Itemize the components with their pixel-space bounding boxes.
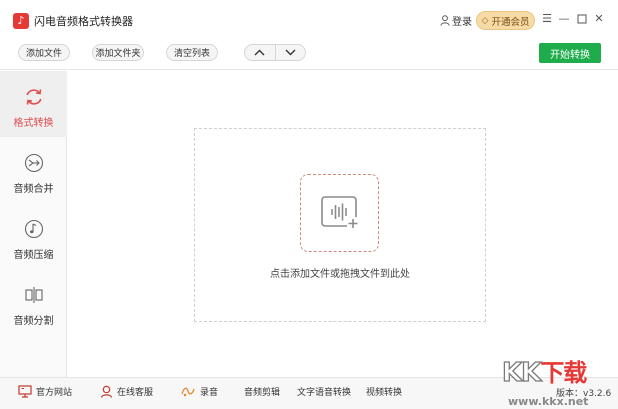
diamond-icon: ◇: [481, 15, 489, 26]
sidebar-item-audio-split[interactable]: 音频分割: [0, 269, 67, 335]
sidebar-item-audio-merge[interactable]: 音频合并: [0, 137, 67, 203]
add-file-button[interactable]: 添加文件: [18, 44, 70, 61]
menu-icon[interactable]: ☰: [540, 12, 554, 26]
chevron-down-icon: [285, 49, 296, 56]
sidebar-item-format-convert[interactable]: 格式转换: [0, 71, 67, 137]
monitor-icon: [18, 385, 32, 398]
start-convert-button[interactable]: 开始转换: [539, 43, 601, 63]
move-down-button[interactable]: [274, 45, 306, 60]
login-label: 登录: [452, 17, 472, 28]
add-audio-button[interactable]: [300, 174, 379, 252]
toolbar: 添加文件 添加文件夹 清空列表 开始转换: [0, 40, 618, 70]
website-link[interactable]: 官方网站: [18, 385, 72, 398]
record-label: 录音: [200, 388, 219, 398]
app-title: 闪电音频格式转换器: [34, 15, 133, 28]
watermark-url: www.kkx.net: [508, 395, 589, 408]
watermark-logo: KK下载: [501, 357, 587, 388]
sidebar-item-label: 音频合并: [13, 184, 54, 195]
tts-label: 文字语音转换: [297, 388, 352, 398]
record-icon: [181, 387, 195, 397]
vip-button[interactable]: ◇ 开通会员: [476, 11, 535, 30]
minimize-icon[interactable]: —: [557, 12, 571, 26]
convert-icon: [23, 86, 45, 108]
headset-user-icon: [100, 385, 113, 398]
sidebar-item-label: 格式转换: [13, 118, 54, 129]
vip-label: 开通会员: [491, 16, 530, 28]
merge-icon: [23, 152, 45, 174]
clear-list-button[interactable]: 清空列表: [166, 44, 218, 61]
music-note-icon: ♪: [13, 13, 29, 29]
compress-icon: [23, 218, 45, 240]
chevron-up-icon: [254, 49, 265, 56]
app-window: ♪ 闪电音频格式转换器 登录 ◇ 开通会员 ☰ — ✕ 添加文件 添加文件夹 清…: [0, 0, 618, 409]
sidebar-item-audio-compress[interactable]: 音频压缩: [0, 203, 67, 269]
move-buttons: [244, 44, 306, 61]
add-audio-icon: [320, 196, 359, 229]
record-link[interactable]: 录音: [180, 385, 218, 398]
sidebar-item-label: 音频压缩: [13, 250, 54, 261]
support-label: 在线客服: [117, 388, 154, 398]
audio-cut-label: 音频剪辑: [244, 388, 281, 398]
split-icon: [23, 284, 45, 306]
maximize-icon[interactable]: [575, 12, 589, 26]
login-button[interactable]: 登录: [440, 13, 472, 28]
close-icon[interactable]: ✕: [592, 12, 606, 26]
user-icon: [440, 15, 450, 26]
watermark: KK下载 www.kkx.net: [500, 353, 618, 409]
move-up-button[interactable]: [245, 45, 275, 60]
audio-cut-link[interactable]: 音频剪辑: [244, 385, 280, 398]
sidebar-item-label: 音频分割: [13, 316, 54, 327]
tts-link[interactable]: 文字语音转换: [297, 385, 351, 398]
video-convert-link[interactable]: 视频转换: [366, 385, 402, 398]
title-bar: ♪ 闪电音频格式转换器 登录 ◇ 开通会员 ☰ — ✕: [0, 0, 618, 40]
video-convert-label: 视频转换: [366, 388, 403, 398]
website-label: 官方网站: [36, 388, 73, 398]
add-folder-button[interactable]: 添加文件夹: [92, 44, 144, 61]
support-link[interactable]: 在线客服: [100, 385, 153, 398]
drop-hint: 点击添加文件或拖拽文件到此处: [270, 269, 410, 280]
sidebar: 格式转换 音频合并 音频压缩 音频分割: [0, 71, 67, 377]
